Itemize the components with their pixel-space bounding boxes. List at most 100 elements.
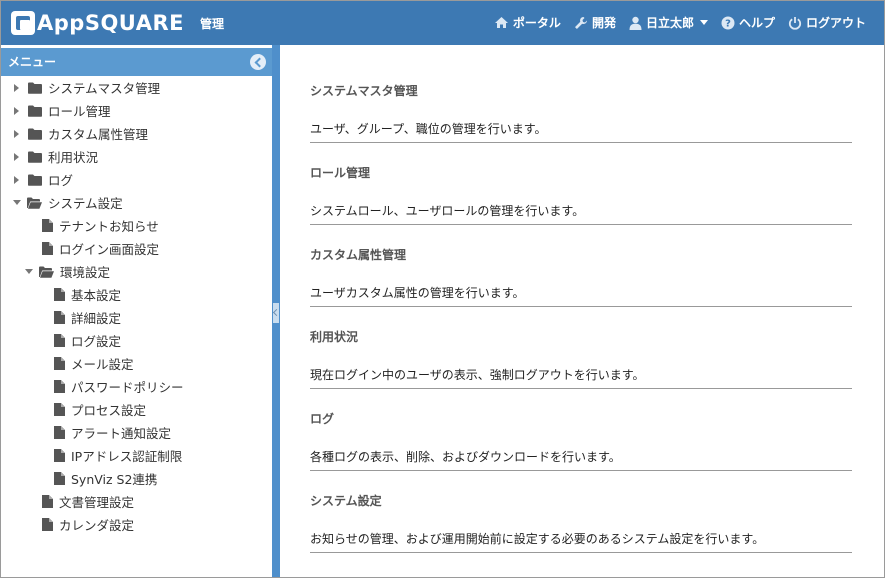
folder-icon [28,82,42,94]
section-desc: 各種ログの表示、削除、およびダウンロードを行います。 [310,450,621,464]
splitter-toggle-icon[interactable] [273,303,279,323]
nav-dev[interactable]: 開発 [574,14,616,31]
sidebar-item-label: テナントお知らせ [59,219,159,234]
nav-help[interactable]: ? ヘルプ [721,14,775,31]
file-icon [42,518,53,531]
sidebar-item-label: 詳細設定 [71,311,122,326]
collapse-sidebar-icon[interactable] [250,54,266,70]
section-title: システムマスタ管理 [310,84,418,98]
sidebar-item-environment[interactable]: 環境設定 [25,260,110,283]
sidebar-item-log-settings[interactable]: ログ設定 [54,329,121,352]
file-icon [54,288,65,301]
file-icon [42,242,53,255]
svg-text:?: ? [725,18,731,29]
sidebar-item-role[interactable]: ロール管理 [14,99,111,122]
sidebar-item-calendar[interactable]: カレンダ設定 [42,513,134,536]
sidebar-item-process[interactable]: プロセス設定 [54,398,146,421]
section-title: システム設定 [310,494,382,508]
file-icon [54,334,65,347]
section-desc: 現在ログイン中のユーザの表示、強制ログアウトを行います。 [310,368,645,382]
folder-icon [28,151,42,163]
sidebar-item-label: ログ [48,173,74,188]
sidebar-item-usage[interactable]: 利用状況 [14,145,98,168]
sidebar-item-detail[interactable]: 詳細設定 [54,306,121,329]
section-desc: ユーザ、グループ、職位の管理を行います。 [310,122,547,136]
app-logo[interactable]: AppSQUARE [11,9,184,37]
logo-text: AppSQUARE [37,11,184,35]
sidebar-item-log[interactable]: ログ [14,168,73,191]
expand-arrow-icon [14,152,19,161]
sidebar-item-label: 環境設定 [60,265,111,280]
folder-icon [28,174,42,186]
sidebar-item-password-policy[interactable]: パスワードポリシー [54,375,184,398]
sidebar-item-ip-restriction[interactable]: IPアドレス認証制限 [54,444,182,467]
help-icon: ? [721,16,735,29]
pane-splitter[interactable] [272,45,280,577]
nav-user-label: 日立太郎 [645,16,694,30]
sidebar-item-system-settings[interactable]: システム設定 [13,191,123,214]
section-title: ログ [310,412,335,426]
section-desc: システムロール、ユーザロールの管理を行います。 [310,204,585,218]
section-divider [310,552,852,553]
nav-user-menu[interactable]: 日立太郎 [629,14,708,31]
section-divider [310,388,852,389]
sidebar-item-label: 利用状況 [48,150,99,165]
file-icon [54,357,65,370]
section-divider [310,142,852,143]
nav-logout-label: ログアウト [805,16,866,30]
sidebar-item-label: 文書管理設定 [59,495,135,510]
file-icon [54,449,65,462]
sidebar-item-label: 基本設定 [71,288,122,303]
expand-arrow-icon [14,175,19,184]
folder-open-icon [27,197,42,209]
sidebar-item-document[interactable]: 文書管理設定 [42,490,134,513]
file-icon [54,311,65,324]
sidebar: メニュー システムマスタ管理 ロール管理 カスタム属性管理 利用状況 ログ シス… [1,45,272,577]
folder-icon [28,128,42,140]
expand-arrow-icon [14,106,19,115]
nav-logout[interactable]: ログアウト [788,14,866,31]
section-divider [310,306,852,307]
sidebar-item-label: プロセス設定 [71,403,147,418]
menu-title-label: メニュー [8,55,57,69]
sidebar-item-login-screen[interactable]: ログイン画面設定 [42,237,159,260]
file-icon [54,403,65,416]
sidebar-item-label: アラート通知設定 [71,426,172,441]
sidebar-item-custom-attr[interactable]: カスタム属性管理 [14,122,148,145]
sidebar-item-label: ロール管理 [48,104,111,119]
section-title: ロール管理 [310,166,371,180]
sidebar-item-synviz[interactable]: SynViz S2連携 [54,467,157,490]
chevron-down-icon [699,20,708,25]
menu-title: メニュー [1,48,272,76]
collapse-arrow-icon [25,269,33,274]
sidebar-item-tenant-notice[interactable]: テナントお知らせ [42,214,159,237]
sidebar-item-label: SynViz S2連携 [71,472,158,487]
power-icon [788,16,802,30]
nav-dev-label: 開発 [591,16,616,30]
app-header: AppSQUARE 管理 ポータル 開発 日立太郎 ? ヘルプ ログアウト [1,1,884,45]
sidebar-item-label: メール設定 [71,357,134,372]
section-title: カスタム属性管理 [310,248,407,262]
sidebar-item-basic[interactable]: 基本設定 [54,283,121,306]
folder-icon [28,105,42,117]
expand-arrow-icon [14,83,19,92]
expand-arrow-icon [14,129,19,138]
section-divider [310,470,852,471]
file-icon [54,426,65,439]
nav-portal[interactable]: ポータル [494,14,561,31]
sidebar-item-system-master[interactable]: システムマスタ管理 [14,76,160,99]
sidebar-item-alert[interactable]: アラート通知設定 [54,421,171,444]
sidebar-item-label: システムマスタ管理 [48,81,161,96]
sidebar-item-label: カレンダ設定 [59,518,135,533]
sidebar-item-label: IPアドレス認証制限 [71,449,183,464]
sidebar-item-mail[interactable]: メール設定 [54,352,134,375]
nav-help-label: ヘルプ [738,16,775,30]
section-divider [310,224,852,225]
collapse-arrow-icon [13,200,21,205]
user-icon [629,16,642,30]
sidebar-item-label: ログイン画面設定 [59,242,160,257]
file-icon [54,472,65,485]
sidebar-item-label: システム設定 [48,196,123,211]
file-icon [42,219,53,232]
sidebar-item-label: パスワードポリシー [71,380,184,395]
